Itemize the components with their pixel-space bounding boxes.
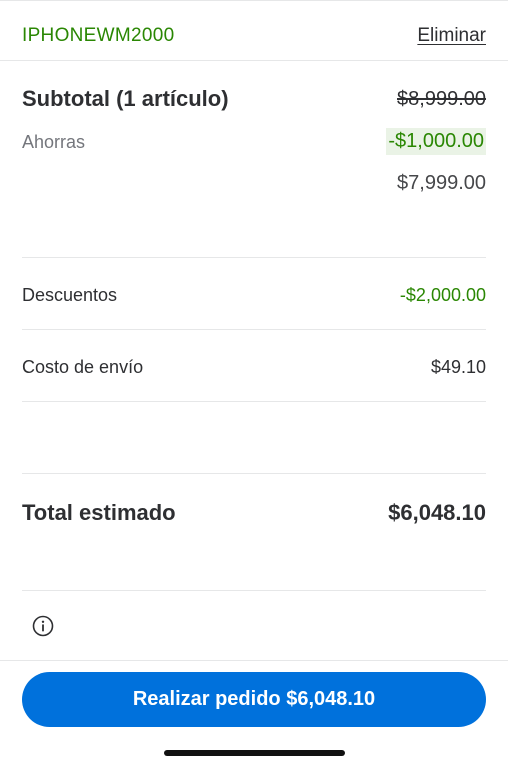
promo-code: IPHONEWM2000 <box>22 25 175 46</box>
remove-promo-link[interactable]: Eliminar <box>417 25 486 47</box>
divider <box>22 401 486 402</box>
divider <box>22 329 486 330</box>
info-circle-icon[interactable] <box>32 615 54 637</box>
discounts-label: Descuentos <box>22 285 118 305</box>
promo-code-row: IPHONEWM2000 Eliminar <box>0 0 508 61</box>
divider <box>22 590 486 591</box>
savings-label: Ahorras <box>22 132 86 152</box>
subtotal-after-savings: $7,999.00 <box>397 172 486 194</box>
divider <box>22 257 486 258</box>
place-order-button[interactable]: Realizar pedido $6,048.10 <box>22 672 486 727</box>
total-label: Total estimado <box>22 500 176 525</box>
savings-amount: -$1,000.00 <box>386 128 486 155</box>
shipping-amount: $49.10 <box>430 357 486 377</box>
subtotal-original-price: $8,999.00 <box>397 88 486 110</box>
divider <box>22 473 486 474</box>
total-amount: $6,048.10 <box>388 500 486 525</box>
home-indicator <box>164 750 345 756</box>
shipping-label: Costo de envío <box>22 357 144 377</box>
discounts-amount: -$2,000.00 <box>399 285 486 305</box>
subtotal-label: Subtotal (1 artículo) <box>22 86 229 111</box>
footer-divider <box>0 660 508 661</box>
